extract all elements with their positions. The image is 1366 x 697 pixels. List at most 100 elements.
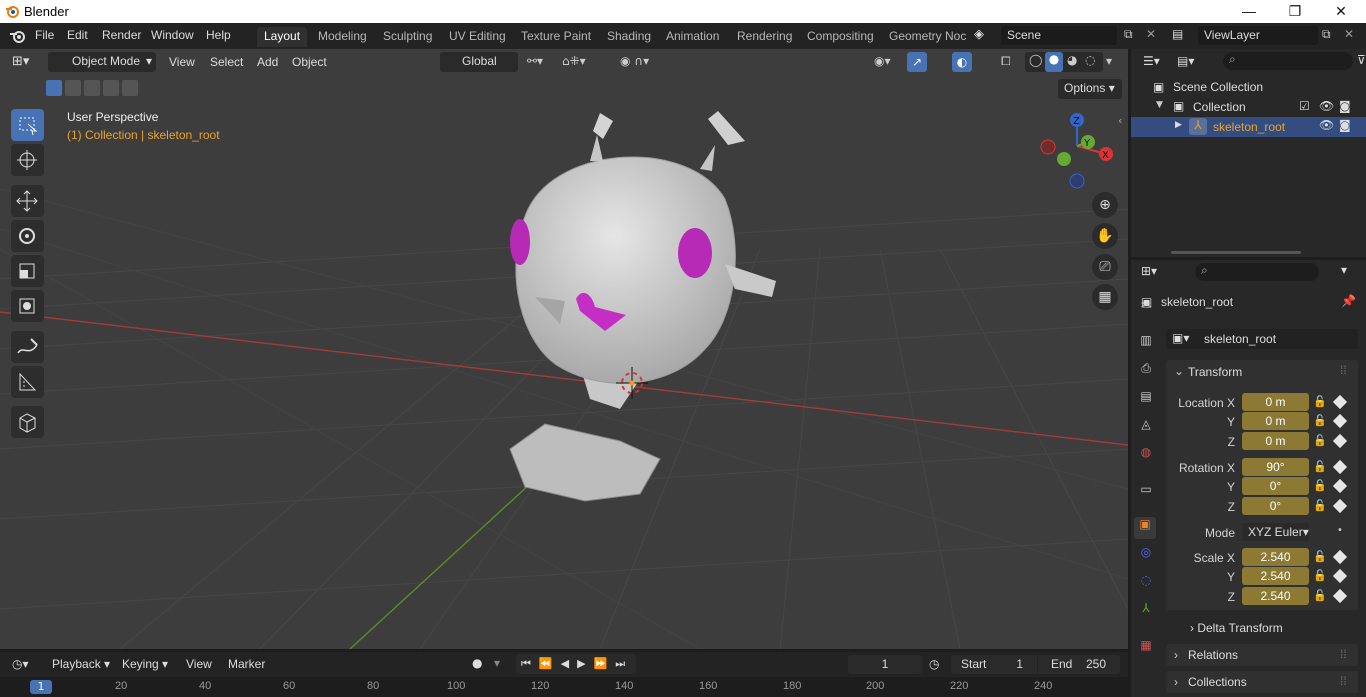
drag-handle-icon[interactable]: ⁞⁞ (1340, 647, 1347, 661)
collections-panel[interactable]: › Collections ⁞⁞ (1166, 671, 1358, 693)
scene-icon[interactable]: ◈ (974, 27, 984, 42)
tab-texture-paint[interactable]: Texture Paint (514, 27, 598, 47)
properties-editor-icon[interactable]: ⊞▾ (1141, 264, 1157, 278)
solid-shading-icon[interactable]: ● (1045, 52, 1063, 72)
properties-search-input[interactable]: ⌕ (1195, 263, 1319, 281)
viewport-menu-view[interactable]: View (169, 55, 195, 69)
pivot-icon[interactable]: ⚯▾ (527, 54, 543, 68)
keying-options-icon[interactable]: ▾ (494, 656, 500, 670)
menu-window[interactable]: Window (151, 28, 194, 42)
delta-transform-subpanel[interactable]: › Delta Transform (1190, 621, 1283, 635)
lock-icon[interactable]: 🔓 (1313, 499, 1327, 513)
viewport-menu-object[interactable]: Object (292, 55, 327, 69)
mode-dot-icon[interactable]: • (1337, 525, 1343, 536)
collection-label[interactable]: Collection (1193, 100, 1246, 114)
keying-menu[interactable]: Keying ▾ (122, 657, 168, 671)
scene-selector[interactable]: Scene (1001, 26, 1117, 45)
lock-icon[interactable]: 🔓 (1313, 395, 1327, 409)
menu-file[interactable]: File (35, 28, 54, 42)
viewport-3d[interactable]: User Perspective (1) Collection | skelet… (0, 49, 1128, 649)
jump-keyframe-forward-icon[interactable]: ⏩ (594, 657, 616, 670)
outliner-row-skeleton-root[interactable]: ▶ ⅄ skeleton_root 👁 ◙ (1131, 117, 1366, 137)
move-tool[interactable] (11, 185, 44, 217)
select-subtract-icon[interactable] (84, 80, 100, 96)
auto-keying-icon[interactable]: ● (472, 656, 482, 670)
outliner-editor-icon[interactable]: ☰▾ (1143, 54, 1160, 68)
tab-geometry-nodes[interactable]: Geometry Noc (882, 27, 973, 47)
object-tab-icon[interactable]: ▣ (1134, 517, 1156, 539)
scene-collection-label[interactable]: Scene Collection (1173, 80, 1263, 94)
texture-tab-icon[interactable]: ▦ (1137, 638, 1155, 656)
maximize-button[interactable]: ❐ (1272, 0, 1318, 23)
shading-options-icon[interactable]: ▾ (1106, 54, 1112, 68)
tool-tab-icon[interactable]: ✂ (1137, 298, 1155, 316)
physics-tab-icon[interactable]: ◌ (1137, 573, 1155, 591)
view-layer-selector[interactable]: ViewLayer (1198, 26, 1318, 45)
scale-y-field[interactable]: 2.540 (1242, 567, 1309, 585)
preview-range-icon[interactable]: ◷ (929, 657, 939, 671)
lock-icon[interactable]: 🔓 (1313, 434, 1327, 448)
camera-icon[interactable]: ◙ (1339, 99, 1351, 113)
remove-view-layer-icon[interactable]: ✕ (1344, 27, 1354, 41)
select-box-tool[interactable] (11, 109, 44, 141)
rotation-x-field[interactable]: 90° (1242, 458, 1309, 476)
close-button[interactable]: ✕ (1318, 0, 1364, 23)
rendered-shading-icon[interactable]: ◌ (1085, 53, 1095, 67)
xray-icon[interactable]: ⧠ (1001, 54, 1011, 69)
lock-icon[interactable]: 🔓 (1313, 589, 1327, 603)
overlays-toggle-icon[interactable]: ◐ (952, 52, 972, 72)
ortho-grid-icon[interactable]: ▦ (1092, 284, 1118, 310)
lock-icon[interactable]: 🔓 (1313, 550, 1327, 564)
tab-sculpting[interactable]: Sculpting (376, 27, 439, 47)
filter-icon[interactable]: ⊽ (1357, 53, 1366, 67)
menu-render[interactable]: Render (102, 28, 141, 42)
jump-end-icon[interactable]: ⏭ (615, 657, 633, 670)
lock-icon[interactable]: 🔓 (1313, 460, 1327, 474)
timeline-editor-icon[interactable]: ◷▾ (12, 657, 29, 671)
new-scene-icon[interactable]: ⧉ (1124, 27, 1133, 42)
material-shading-icon[interactable]: ◕ (1067, 53, 1077, 67)
transform-tool[interactable] (11, 290, 44, 322)
collapse-icon[interactable]: ⌄ (1174, 364, 1184, 378)
skeleton-root-mesh[interactable] (509, 111, 776, 502)
tab-animation[interactable]: Animation (659, 27, 726, 47)
transform-panel-title[interactable]: Transform (1188, 365, 1242, 379)
outliner-search-input[interactable]: ⌕ (1223, 52, 1353, 70)
collection-checkbox[interactable]: ☑ (1299, 99, 1310, 113)
modifier-tab-icon[interactable]: ◎ (1137, 545, 1155, 563)
menu-edit[interactable]: Edit (67, 28, 88, 42)
camera-view-icon[interactable]: ⎚ (1092, 254, 1118, 280)
wireframe-shading-icon[interactable]: ◯ (1029, 53, 1042, 67)
location-x-field[interactable]: 0 m (1242, 393, 1309, 411)
viewport-menu-select[interactable]: Select (210, 55, 243, 69)
eye-icon[interactable]: 👁 (1319, 99, 1334, 113)
current-frame-field[interactable]: 1 (848, 655, 922, 674)
location-y-field[interactable]: 0 m (1242, 412, 1309, 430)
expand-icon[interactable]: ▶ (1175, 120, 1182, 130)
rotate-tool[interactable] (11, 220, 44, 252)
pin-icon[interactable]: 📌 (1341, 294, 1356, 308)
tab-layout[interactable]: Layout (257, 27, 308, 47)
scene-tab-icon[interactable]: ◬ (1137, 417, 1155, 435)
tab-modeling[interactable]: Modeling (311, 27, 374, 47)
object-camera-icon[interactable]: ◙ (1339, 118, 1351, 132)
gizmo-toggle-icon[interactable]: ↗ (907, 52, 927, 72)
drag-handle-icon[interactable]: ⁞⁞ (1340, 363, 1347, 377)
display-mode-icon[interactable]: ▤▾ (1177, 54, 1194, 68)
rotation-y-field[interactable]: 0° (1242, 477, 1309, 495)
collapse-icon[interactable]: ▼ (1156, 100, 1163, 110)
pan-hand-icon[interactable]: ✋ (1092, 223, 1118, 249)
minimize-button[interactable]: — (1226, 0, 1272, 23)
proportional-edit-icon[interactable]: ◉ ∩▾ (620, 54, 649, 68)
zoom-icon[interactable]: ⊕ (1092, 192, 1118, 218)
annotate-tool[interactable] (11, 331, 44, 363)
scale-x-field[interactable]: 2.540 (1242, 548, 1309, 566)
object-data-tab-icon[interactable]: ⅄ (1137, 601, 1155, 619)
location-z-field[interactable]: 0 m (1242, 432, 1309, 450)
menu-help[interactable]: Help (206, 28, 231, 42)
navigation-gizmo[interactable]: X Y Z (1035, 111, 1120, 191)
properties-options-icon[interactable]: ▾ (1341, 263, 1347, 277)
timeline-menu-marker[interactable]: Marker (228, 657, 265, 671)
add-cube-tool[interactable] (11, 406, 44, 438)
end-frame-field[interactable]: End 250 (1038, 655, 1120, 674)
